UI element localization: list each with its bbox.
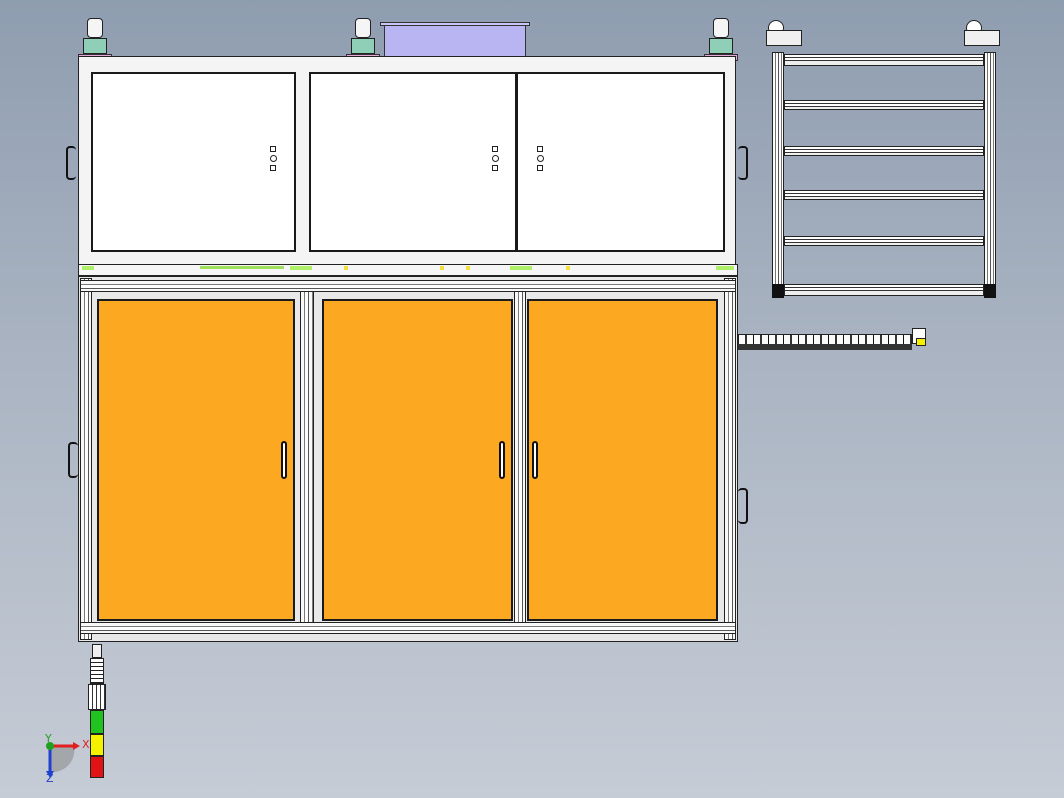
top-blue-box[interactable] xyxy=(384,24,526,58)
green-marker xyxy=(716,266,734,270)
caster-wheel-icon xyxy=(87,18,103,38)
frame-post-left xyxy=(80,278,92,640)
lock-icon[interactable] xyxy=(270,146,277,171)
green-marker xyxy=(290,266,312,270)
green-marker xyxy=(510,266,532,270)
rack-shelf-2[interactable] xyxy=(784,100,984,110)
lower-side-handle-right[interactable] xyxy=(738,488,748,524)
cabinet-separator-strip xyxy=(78,264,738,276)
stack-light-neck xyxy=(90,658,104,684)
rack-shelf-3[interactable] xyxy=(784,146,984,156)
frame-post-mid-2 xyxy=(514,290,526,630)
caster-wheel-icon xyxy=(713,18,729,38)
frame-rail-top xyxy=(80,280,736,292)
caster-fork xyxy=(83,38,107,54)
rack-post-right xyxy=(984,52,996,298)
triad-shadow xyxy=(50,746,75,773)
upper-door-left[interactable] xyxy=(91,72,296,252)
lock-icon[interactable] xyxy=(537,146,544,171)
rack-shelf-bottom[interactable] xyxy=(784,284,984,296)
rack-foot-right xyxy=(984,284,996,298)
caster-left[interactable] xyxy=(78,18,112,61)
rack-post-left xyxy=(772,52,784,298)
caster-fork xyxy=(351,38,375,54)
slide-rail-lower xyxy=(738,344,912,350)
stack-light-mount xyxy=(92,644,102,658)
rack-shelf-1[interactable] xyxy=(784,54,984,66)
caster-fork xyxy=(709,38,733,54)
lower-door-center[interactable] xyxy=(322,299,513,621)
slide-rail-yellow-cap xyxy=(916,338,926,346)
door-handle-center[interactable] xyxy=(499,441,505,479)
upper-door-right[interactable] xyxy=(516,72,725,252)
yellow-marker xyxy=(440,266,444,270)
stack-light-joint xyxy=(88,684,106,710)
caster-right[interactable] xyxy=(704,18,738,61)
top-blue-box-lid xyxy=(380,22,530,26)
door-handle-right[interactable] xyxy=(532,441,538,479)
axis-z-label: Z xyxy=(46,772,54,785)
rack-foot-left xyxy=(772,284,784,298)
upper-door-center[interactable] xyxy=(309,72,517,252)
lower-door-right[interactable] xyxy=(527,299,718,621)
axis-y-label: Y xyxy=(45,732,52,745)
frame-post-mid-1 xyxy=(300,290,314,630)
door-handle-left[interactable] xyxy=(281,441,287,479)
caster-wheel-icon xyxy=(355,18,371,38)
cad-viewport[interactable]: X Y Z xyxy=(0,0,1064,798)
frame-rail-bottom xyxy=(80,622,736,634)
caster-middle[interactable] xyxy=(346,18,380,61)
upper-side-handle-left[interactable] xyxy=(66,146,76,180)
green-marker xyxy=(200,266,284,269)
yellow-marker xyxy=(566,266,570,270)
yellow-marker xyxy=(344,266,348,270)
frame-post-right xyxy=(724,278,736,640)
lower-side-handle-left[interactable] xyxy=(68,442,78,478)
yellow-marker xyxy=(466,266,470,270)
green-marker xyxy=(82,266,94,270)
rack-shelf-4[interactable] xyxy=(784,190,984,200)
rack-caster-left[interactable] xyxy=(766,20,804,52)
rack-caster-right[interactable] xyxy=(964,20,1002,52)
lower-door-left[interactable] xyxy=(97,299,295,621)
rack-shelf-5[interactable] xyxy=(784,236,984,246)
axis-x-label: X xyxy=(82,738,90,751)
upper-side-handle-right[interactable] xyxy=(738,146,748,180)
lock-icon[interactable] xyxy=(492,146,499,171)
